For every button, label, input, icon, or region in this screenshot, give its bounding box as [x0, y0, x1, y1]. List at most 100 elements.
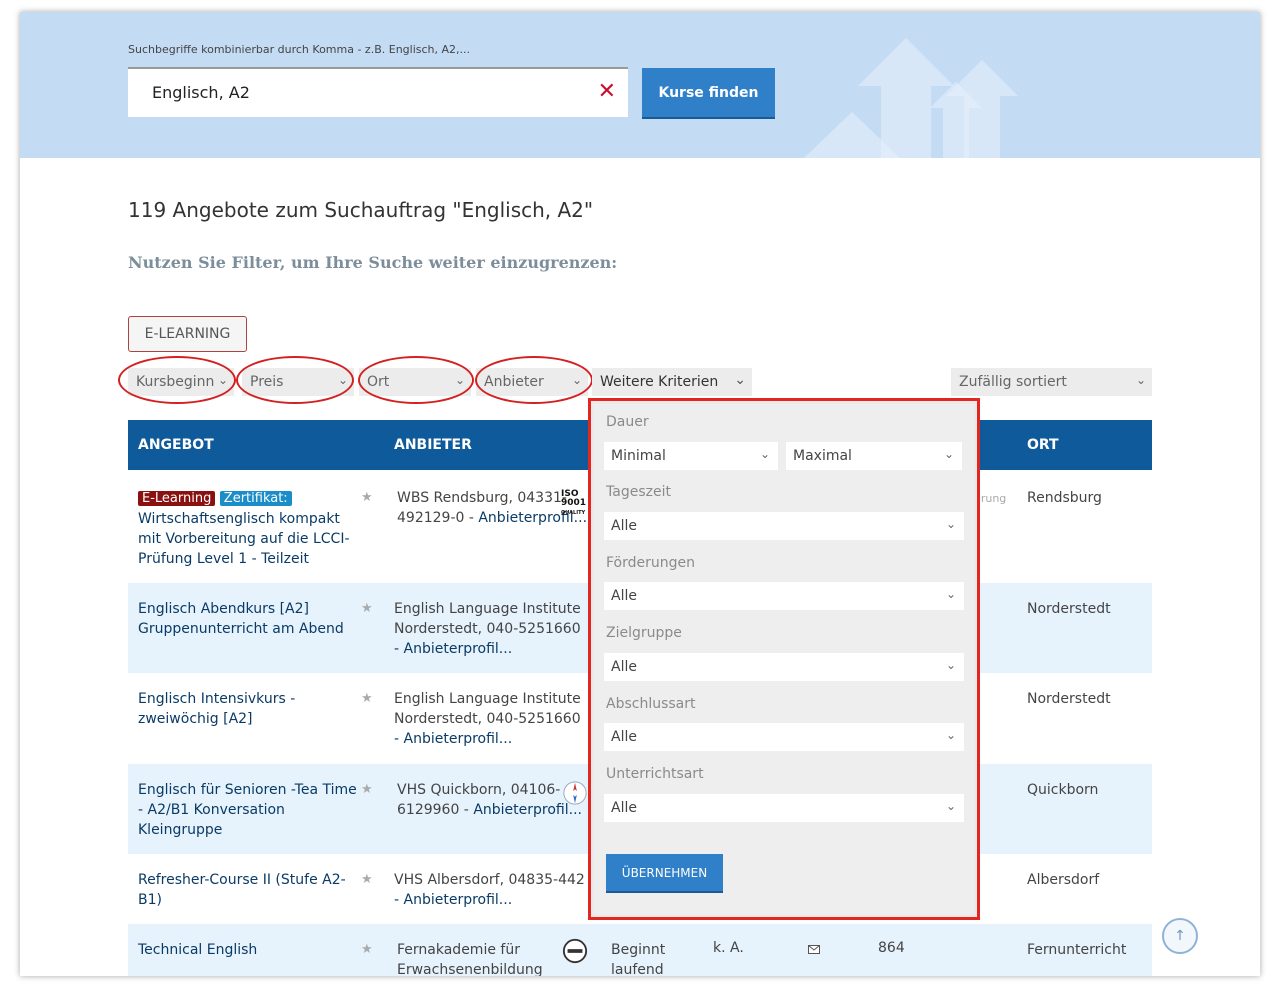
- tageszeit-select[interactable]: Alle ⌄: [604, 512, 964, 540]
- chevron-down-icon: ⌄: [1135, 373, 1146, 387]
- table-row[interactable]: Technical English ★ Fernakademie für Erw…: [128, 924, 1152, 976]
- arrow-up-icon: ↑: [1174, 928, 1186, 944]
- chevron-down-icon: ⌄: [217, 373, 228, 387]
- course-price: 864: [878, 940, 905, 956]
- tageszeit-label: Tageszeit: [606, 484, 671, 500]
- provider-name: Fernakademie für Erwachsenenbildung: [397, 942, 543, 976]
- unterrichtsart-select[interactable]: Alle ⌄: [604, 794, 964, 822]
- zielgruppe-label: Zielgruppe: [606, 625, 682, 641]
- column-header-angebot[interactable]: ANGEBOT: [138, 437, 214, 453]
- course-location: Norderstedt: [1027, 601, 1111, 617]
- search-header: Suchbegriffe kombinierbar durch Komma - …: [20, 12, 1260, 158]
- kursbeginn-select-label: Kursbeginn: [136, 374, 215, 390]
- column-header-ort[interactable]: ORT: [1027, 437, 1059, 453]
- find-courses-button[interactable]: Kurse finden: [642, 68, 775, 119]
- chevron-down-icon: ⌄: [945, 799, 956, 813]
- chevron-down-icon: ⌄: [734, 372, 746, 388]
- apply-filters-button[interactable]: ÜBERNEHMEN: [606, 854, 723, 893]
- more-criteria-toggle[interactable]: Weitere Kriterien ⌄: [592, 368, 752, 396]
- decorative-arrow-icon: [804, 112, 900, 158]
- dauer-max-select[interactable]: Maximal ⌄: [786, 442, 962, 470]
- chevron-down-icon: ⌄: [454, 373, 465, 387]
- foerderungen-label: Förderungen: [606, 555, 696, 571]
- chevron-down-icon: ⌄: [337, 373, 348, 387]
- ort-select-label: Ort: [367, 374, 390, 390]
- dauer-min-select[interactable]: Minimal ⌄: [604, 442, 778, 470]
- chevron-down-icon: ⌄: [945, 587, 956, 601]
- star-icon[interactable]: ★: [361, 601, 373, 616]
- ort-select[interactable]: Ort ⌄: [359, 368, 471, 396]
- elearning-filter-button[interactable]: E-LEARNING: [128, 316, 247, 352]
- course-location: Fernunterricht: [1027, 942, 1127, 958]
- provider-profile-link[interactable]: - Anbieterprofil...: [394, 892, 512, 908]
- search-input-value: Englisch, A2: [152, 83, 250, 102]
- sort-select[interactable]: Zufällig sortiert ⌄: [951, 368, 1152, 396]
- course-title[interactable]: Englisch Abendkurs [A2] Gruppenunterrich…: [138, 599, 358, 639]
- chevron-down-icon: ⌄: [945, 517, 956, 531]
- star-icon[interactable]: ★: [361, 691, 373, 706]
- chevron-down-icon: ⌄: [945, 728, 956, 742]
- course-title-link[interactable]: E-Learning Zertifikat: Wirtschaftsenglis…: [138, 488, 358, 569]
- decorative-arrow-icon: [930, 82, 982, 158]
- search-hint: Suchbegriffe kombinierbar durch Komma - …: [128, 43, 471, 56]
- scroll-to-top-button[interactable]: ↑: [1162, 918, 1198, 954]
- more-criteria-label: Weitere Kriterien: [600, 374, 719, 390]
- kursbeginn-select[interactable]: Kursbeginn ⌄: [128, 368, 234, 396]
- column-header-anbieter[interactable]: ANBIETER: [394, 437, 472, 453]
- chevron-down-icon: ⌄: [571, 373, 582, 387]
- page: Suchbegriffe kombinierbar durch Komma - …: [20, 12, 1260, 976]
- preis-select[interactable]: Preis ⌄: [242, 368, 354, 396]
- anbieter-select-label: Anbieter: [484, 374, 544, 390]
- dauer-label: Dauer: [606, 414, 649, 430]
- chevron-down-icon: ⌄: [943, 447, 954, 461]
- search-input[interactable]: Englisch, A2 ✕: [128, 67, 628, 117]
- anbieter-select[interactable]: Anbieter ⌄: [476, 368, 588, 396]
- course-duration: k. A.: [713, 940, 744, 956]
- iso-certificate-logo: ISO 9001 QUALITY: [561, 489, 587, 517]
- chevron-down-icon: ⌄: [759, 447, 770, 461]
- course-location: Rendsburg: [1027, 490, 1102, 506]
- provider-name: English Language Institute Norderstedt, …: [394, 601, 581, 637]
- star-icon[interactable]: ★: [361, 490, 373, 505]
- course-title[interactable]: Englisch Intensivkurs - zweiwöchig [A2]: [138, 689, 358, 729]
- provider-profile-link[interactable]: - Anbieterprofil...: [394, 641, 512, 657]
- star-icon[interactable]: ★: [361, 942, 373, 957]
- zielgruppe-value: Alle: [611, 659, 637, 675]
- foerderungen-value: Alle: [611, 588, 637, 604]
- dauer-min-value: Minimal: [611, 448, 666, 464]
- more-criteria-panel-body: Dauer Minimal ⌄ Maximal ⌄ Tageszeit Alle…: [594, 404, 974, 914]
- zielgruppe-select[interactable]: Alle ⌄: [604, 653, 964, 681]
- star-icon[interactable]: ★: [361, 782, 373, 797]
- mail-icon[interactable]: [808, 945, 820, 954]
- course-title[interactable]: Englisch für Senioren -Tea Time - A2/B1 …: [138, 780, 358, 840]
- vhs-logo-icon: [563, 781, 587, 805]
- abschlussart-value: Alle: [611, 729, 637, 745]
- tageszeit-value: Alle: [611, 518, 637, 534]
- course-title[interactable]: Technical English: [138, 940, 358, 960]
- course-location: Quickborn: [1027, 782, 1099, 798]
- course-title[interactable]: Refresher-Course II (Stufe A2-B1): [138, 870, 358, 910]
- course-location: Norderstedt: [1027, 691, 1111, 707]
- course-start: Beginnt laufend: [611, 942, 666, 976]
- chevron-down-icon: ⌄: [945, 658, 956, 672]
- provider-name: English Language Institute Norderstedt, …: [394, 691, 581, 727]
- certificate-badge: Zertifikat:: [219, 491, 292, 506]
- foerderungen-select[interactable]: Alle ⌄: [604, 582, 964, 610]
- provider-info: English Language Institute Norderstedt, …: [394, 599, 589, 659]
- elearning-badge: E-Learning: [138, 491, 216, 506]
- course-location: Albersdorf: [1027, 872, 1100, 888]
- provider-profile-link[interactable]: - Anbieterprofil...: [394, 731, 512, 747]
- dauer-max-value: Maximal: [793, 448, 852, 464]
- course-title: Wirtschaftsenglisch kompakt mit Vorberei…: [138, 511, 350, 567]
- filter-hint: Nutzen Sie Filter, um Ihre Suche weiter …: [128, 253, 618, 272]
- sort-select-label: Zufällig sortiert: [959, 374, 1067, 390]
- more-criteria-panel: Dauer Minimal ⌄ Maximal ⌄ Tageszeit Alle…: [588, 398, 980, 920]
- abschlussart-select[interactable]: Alle ⌄: [604, 723, 964, 751]
- unterrichtsart-value: Alle: [611, 800, 637, 816]
- star-icon[interactable]: ★: [361, 872, 373, 887]
- provider-info: VHS Albersdorf, 04835-442 - Anbieterprof…: [394, 870, 589, 910]
- provider-info: English Language Institute Norderstedt, …: [394, 689, 589, 749]
- clear-search-icon[interactable]: ✕: [598, 81, 616, 103]
- provider-name: VHS Albersdorf, 04835-442: [394, 872, 585, 888]
- preis-select-label: Preis: [250, 374, 284, 390]
